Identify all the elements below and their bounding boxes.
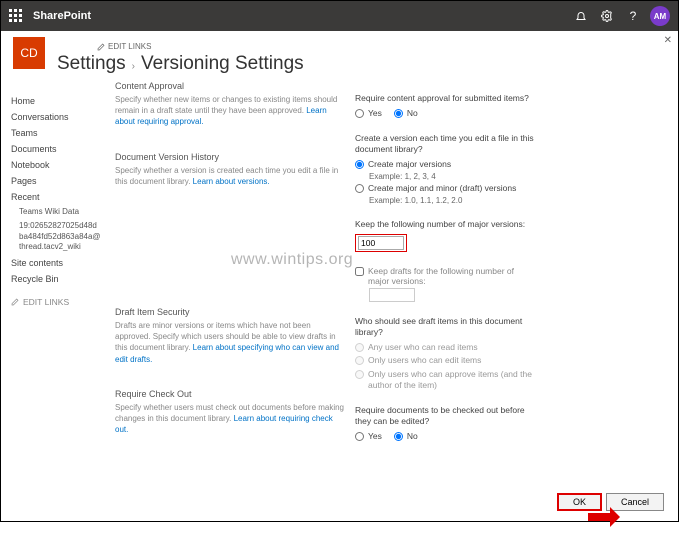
- highlight-box: [355, 234, 407, 252]
- section-title: Require Check Out: [115, 389, 345, 399]
- nav-conversations[interactable]: Conversations: [11, 109, 101, 125]
- site-tile: CD: [13, 37, 45, 69]
- cancel-button[interactable]: Cancel: [606, 493, 664, 511]
- link-versions[interactable]: Learn about versions.: [193, 177, 270, 186]
- footer-buttons: OK Cancel: [557, 493, 664, 511]
- radio-approval-no[interactable]: No: [394, 108, 418, 119]
- radio-checkout-yes[interactable]: Yes: [355, 431, 382, 442]
- nav-documents[interactable]: Documents: [11, 141, 101, 157]
- radio-minor-versions[interactable]: Create major and minor (draft) versions: [355, 183, 535, 194]
- nav-home[interactable]: Home: [11, 93, 101, 109]
- control-keep-major: Keep the following number of major versi…: [355, 219, 535, 252]
- settings-gear-icon[interactable]: [596, 5, 618, 27]
- help-icon[interactable]: ?: [622, 5, 644, 27]
- checkbox-keep-drafts[interactable]: Keep drafts for the following number of …: [355, 266, 535, 286]
- section-version-history: Document Version History Specify whether…: [115, 152, 345, 187]
- section-title: Content Approval: [115, 81, 345, 91]
- input-keep-major[interactable]: [358, 236, 404, 250]
- section-title: Draft Item Security: [115, 307, 345, 317]
- brand-label: SharePoint: [33, 10, 91, 22]
- control-keep-drafts: Keep drafts for the following number of …: [355, 266, 535, 302]
- breadcrumb-sep: ›: [132, 61, 135, 72]
- section-checkout: Require Check Out Specify whether users …: [115, 389, 345, 436]
- edit-links-top[interactable]: EDIT LINKS: [97, 42, 151, 51]
- control-content-approval: Require content approval for submitted i…: [355, 93, 535, 119]
- ok-button[interactable]: OK: [557, 493, 602, 511]
- page-title: Versioning Settings: [141, 53, 304, 75]
- pencil-icon: [11, 298, 19, 306]
- control-require-checkout: Require documents to be checked out befo…: [355, 405, 535, 442]
- nav-recent-item-1[interactable]: Teams Wiki Data: [19, 205, 101, 219]
- suite-header: SharePoint ? AM: [1, 1, 678, 31]
- user-avatar[interactable]: AM: [650, 6, 670, 26]
- nav-pages[interactable]: Pages: [11, 173, 101, 189]
- nav-recycle-bin[interactable]: Recycle Bin: [11, 271, 101, 287]
- nav-teams[interactable]: Teams: [11, 125, 101, 141]
- radio-who-any[interactable]: Any user who can read items: [355, 342, 535, 353]
- notifications-icon[interactable]: [570, 5, 592, 27]
- radio-who-edit[interactable]: Only users who can edit items: [355, 355, 535, 366]
- radio-major-versions[interactable]: Create major versions: [355, 159, 535, 170]
- nav-recent-item-2[interactable]: 19:02652827025d48dba484fd52d863a84a@thre…: [19, 219, 101, 254]
- app-launcher-icon[interactable]: [9, 9, 23, 23]
- nav-site-contents[interactable]: Site contents: [11, 255, 101, 271]
- radio-who-approve[interactable]: Only users who can approve items (and th…: [355, 369, 535, 391]
- nav-edit-links[interactable]: EDIT LINKS: [11, 297, 101, 307]
- input-keep-drafts[interactable]: [369, 288, 415, 302]
- nav-notebook[interactable]: Notebook: [11, 157, 101, 173]
- section-content-approval: Content Approval Specify whether new ite…: [115, 81, 345, 128]
- radio-checkout-no[interactable]: No: [394, 431, 418, 442]
- radio-approval-yes[interactable]: Yes: [355, 108, 382, 119]
- section-title: Document Version History: [115, 152, 345, 162]
- breadcrumb-settings[interactable]: Settings: [57, 53, 126, 75]
- control-draft-visibility: Who should see draft items in this docum…: [355, 316, 535, 390]
- pencil-icon: [97, 43, 105, 51]
- section-draft-security: Draft Item Security Drafts are minor ver…: [115, 307, 345, 365]
- nav-recent[interactable]: Recent: [11, 189, 101, 205]
- left-nav: Home Conversations Teams Documents Noteb…: [11, 93, 101, 307]
- panel-close-icon[interactable]: ✕: [664, 35, 672, 46]
- control-versioning: Create a version each time you edit a fi…: [355, 133, 535, 205]
